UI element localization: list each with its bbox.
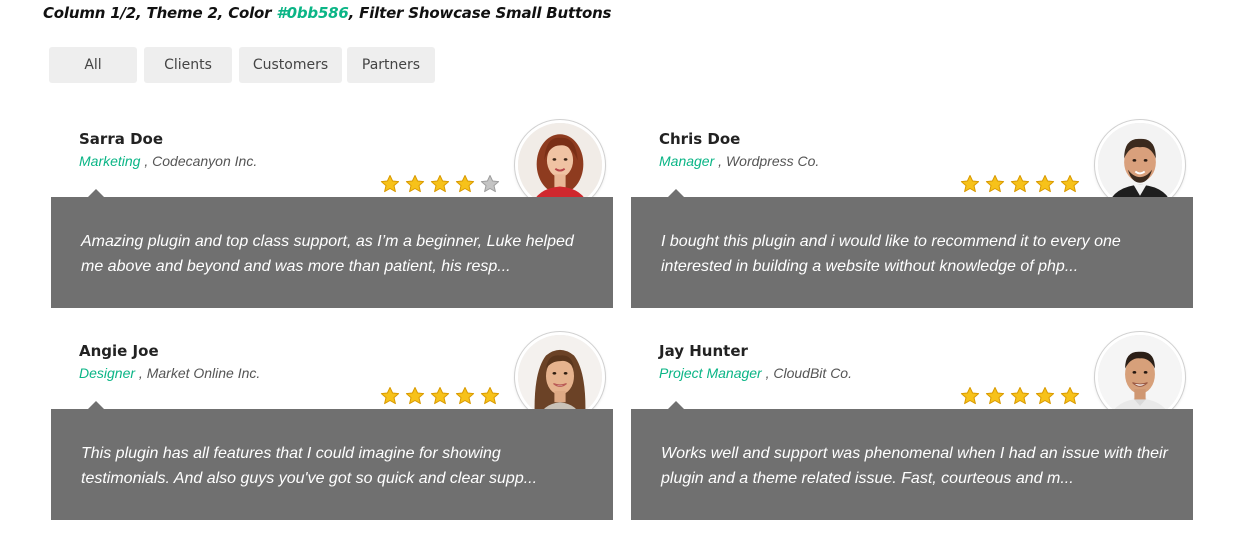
author-name: Chris Doe [659,130,741,148]
filter-customers-button[interactable]: Customers [239,47,342,83]
page-title: Column 1/2, Theme 2, Color #0bb586, Filt… [43,4,611,22]
star-filled-icon [1060,387,1080,405]
star-filled-icon [455,175,475,193]
star-filled-icon [380,387,400,405]
star-filled-icon [1010,175,1030,193]
quote-pointer [88,401,104,409]
author-role: Manager [659,153,715,169]
quote-box: This plugin has all features that I coul… [51,409,613,520]
author-role: Project Manager [659,365,762,381]
testimonial-quote: I bought this plugin and i would like to… [661,233,1121,275]
testimonial-quote: Amazing plugin and top class support, as… [81,233,574,275]
star-filled-icon [1035,175,1055,193]
meta-separator: , [140,153,153,169]
star-filled-icon [430,387,450,405]
star-filled-icon [960,387,980,405]
star-empty-icon [480,175,500,193]
star-filled-icon [960,175,980,193]
title-color-code: #0bb586 [276,4,349,22]
testimonial-card: Jay Hunter Project Manager , CloudBit Co… [631,332,1193,542]
star-filled-icon [430,175,450,193]
meta-separator: , [135,365,147,381]
author-meta: Manager , Wordpress Co. [659,153,819,169]
quote-box: Works well and support was phenomenal wh… [631,409,1193,520]
star-filled-icon [405,387,425,405]
star-filled-icon [455,387,475,405]
quote-pointer [88,189,104,197]
testimonial-quote: This plugin has all features that I coul… [81,445,538,487]
star-filled-icon [405,175,425,193]
author-name: Angie Joe [79,342,159,360]
author-company: Market Online Inc. [146,365,261,381]
woman-red-hair-photo [518,123,602,207]
author-name: Jay Hunter [659,342,748,360]
author-meta: Designer , Market Online Inc. [79,365,260,381]
filter-all-button[interactable]: All [49,47,137,83]
bearded-man-photo [1098,123,1182,207]
star-filled-icon [985,175,1005,193]
author-name: Sarra Doe [79,130,163,148]
star-filled-icon [985,387,1005,405]
quote-box: I bought this plugin and i would like to… [631,197,1193,308]
author-role: Designer [79,365,136,381]
title-suffix: , Filter Showcase Small Buttons [348,4,612,22]
author-company: Wordpress Co. [725,153,820,169]
star-rating [960,174,1080,194]
author-company: Codecanyon Inc. [152,153,258,169]
filter-clients-button[interactable]: Clients [144,47,232,83]
testimonial-card: Sarra Doe Marketing , Codecanyon Inc. Am… [51,120,613,330]
title-prefix: Column 1/2, Theme 2, Color [43,4,277,22]
meta-separator: , [761,365,774,381]
star-filled-icon [380,175,400,193]
author-meta: Marketing , Codecanyon Inc. [79,153,257,169]
filter-partners-button[interactable]: Partners [347,47,435,83]
smiling-woman-photo [518,335,602,419]
meta-separator: , [714,153,726,169]
star-filled-icon [1060,175,1080,193]
star-rating [960,386,1080,406]
author-company: CloudBit Co. [773,365,852,381]
testimonial-card: Chris Doe Manager , Wordpress Co. I boug… [631,120,1193,330]
testimonial-quote: Works well and support was phenomenal wh… [661,445,1168,487]
star-filled-icon [1010,387,1030,405]
quote-pointer [668,189,684,197]
testimonial-card: Angie Joe Designer , Market Online Inc. … [51,332,613,542]
quote-pointer [668,401,684,409]
star-filled-icon [480,387,500,405]
star-filled-icon [1035,387,1055,405]
author-meta: Project Manager , CloudBit Co. [659,365,852,381]
author-role: Marketing [79,153,141,169]
quote-box: Amazing plugin and top class support, as… [51,197,613,308]
smiling-man-photo [1098,335,1182,419]
star-rating [380,386,500,406]
star-rating [380,174,500,194]
